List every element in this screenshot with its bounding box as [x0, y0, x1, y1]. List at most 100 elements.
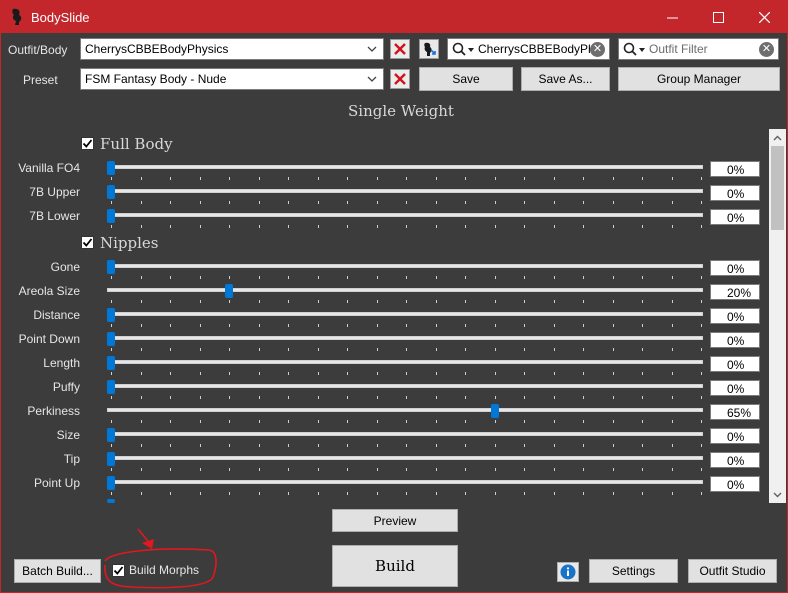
slider-tick: [288, 324, 289, 327]
outfit-filter-placeholder[interactable]: Outfit Filter: [649, 42, 708, 56]
slider-ticks: [111, 177, 702, 181]
outfit-body-dropdown[interactable]: CherrysCBBEBodyPhysics: [80, 38, 384, 60]
clear-icon[interactable]: ✕: [759, 42, 774, 57]
slider-track[interactable]: [107, 480, 703, 484]
save-button[interactable]: Save: [419, 67, 513, 91]
slider-thumb[interactable]: [107, 452, 115, 466]
title-bar[interactable]: BodySlide: [1, 1, 787, 33]
slider-track[interactable]: [107, 264, 703, 268]
slider-tick: [612, 492, 614, 495]
slider-value-field[interactable]: 0%: [710, 161, 760, 177]
slider-tick: [111, 444, 112, 447]
scroll-up-button[interactable]: [769, 129, 786, 146]
maximize-button[interactable]: [695, 1, 741, 33]
slider-value-field[interactable]: 0%: [710, 185, 760, 201]
preset-value: FSM Fantasy Body - Nude: [85, 72, 227, 86]
outfit-studio-link-button[interactable]: [419, 39, 439, 59]
slider-thumb[interactable]: [225, 284, 233, 298]
slider-track[interactable]: [107, 189, 703, 193]
slider-thumb[interactable]: [107, 209, 115, 223]
outfit-delete-button[interactable]: [390, 39, 410, 59]
slider-label: Point Down: [18, 332, 80, 346]
slider-thumb[interactable]: [107, 185, 115, 199]
group-manager-button[interactable]: Group Manager: [618, 67, 780, 91]
slider-tick: [229, 396, 230, 399]
slider-thumb[interactable]: [107, 308, 115, 322]
slider-value-field[interactable]: 0%: [710, 308, 760, 324]
outfit-studio-button[interactable]: Outfit Studio: [688, 559, 777, 583]
slider-tick: [170, 396, 171, 399]
slider-tick: [671, 276, 673, 279]
slider-tick: [170, 372, 171, 375]
slider-thumb[interactable]: [107, 332, 115, 346]
slider-value-field[interactable]: 0%: [710, 209, 760, 225]
slider-track[interactable]: [107, 336, 703, 340]
slider-tick: [583, 492, 584, 495]
slider-thumb[interactable]: [107, 499, 115, 503]
slider-value-field[interactable]: 65%: [710, 404, 760, 420]
slider-thumb[interactable]: [107, 260, 115, 274]
close-button[interactable]: [741, 1, 787, 33]
slider-value-field[interactable]: 0%: [710, 476, 760, 492]
slider-tick: [288, 420, 289, 423]
slider-track[interactable]: [107, 165, 703, 169]
slider-tick: [524, 177, 525, 180]
slider-scrollbar[interactable]: [769, 129, 786, 503]
slider-track[interactable]: [107, 312, 703, 316]
slider-tick: [583, 201, 584, 204]
batch-build-button[interactable]: Batch Build...: [14, 559, 101, 583]
slider-tick: [406, 201, 407, 204]
slider-value-field[interactable]: 20%: [710, 284, 760, 300]
scrollbar-thumb[interactable]: [771, 146, 784, 230]
minimize-button[interactable]: [649, 1, 695, 33]
slider-track[interactable]: [107, 288, 703, 292]
outfit-search-input[interactable]: CherrysCBBEBodyPh: [478, 42, 590, 56]
outfit-search-box[interactable]: CherrysCBBEBodyPh ✕: [447, 38, 610, 60]
slider-tick: [347, 225, 348, 228]
slider-tick: [347, 420, 348, 423]
slider-value-field[interactable]: 0%: [710, 356, 760, 372]
slider-tick: [435, 348, 437, 351]
slider-value-field[interactable]: 0%: [710, 332, 760, 348]
settings-button[interactable]: Settings: [589, 559, 678, 583]
scroll-down-button[interactable]: [769, 486, 786, 503]
slider-tick: [435, 276, 437, 279]
slider-thumb[interactable]: [107, 476, 115, 490]
info-button[interactable]: [557, 562, 579, 582]
slider-thumb[interactable]: [107, 380, 115, 394]
slider-tick: [701, 201, 702, 204]
slider-tick: [111, 201, 112, 204]
preset-delete-button[interactable]: [390, 69, 410, 89]
slider-tick: [317, 225, 319, 228]
slider-tick: [465, 324, 466, 327]
slider-track[interactable]: [107, 408, 703, 412]
slider-value-field[interactable]: 0%: [710, 260, 760, 276]
clear-icon[interactable]: ✕: [590, 42, 605, 57]
slider-value-field[interactable]: 0%: [710, 452, 760, 468]
slider-track[interactable]: [107, 384, 703, 388]
slider-tick: [140, 276, 142, 279]
preview-button[interactable]: Preview: [332, 509, 458, 532]
slider-tick: [376, 348, 378, 351]
slider-thumb[interactable]: [107, 161, 115, 175]
slider-tick: [170, 468, 171, 471]
slider-track[interactable]: [107, 360, 703, 364]
slider-thumb[interactable]: [107, 428, 115, 442]
slider-track[interactable]: [107, 213, 703, 217]
slider-track[interactable]: [107, 456, 703, 460]
group-checkbox[interactable]: [81, 236, 94, 249]
preset-dropdown[interactable]: FSM Fantasy Body - Nude: [80, 68, 384, 90]
group-checkbox[interactable]: [81, 137, 94, 150]
outfit-filter-box[interactable]: Outfit Filter ✕: [618, 38, 779, 60]
slider-thumb[interactable]: [107, 356, 115, 370]
slider-value-field[interactable]: 0%: [710, 428, 760, 444]
slider-tick: [701, 420, 702, 423]
slider-thumb[interactable]: [490, 404, 499, 418]
slider-value-field[interactable]: 0%: [710, 380, 760, 396]
save-as-button[interactable]: Save As...: [521, 67, 610, 91]
slider-tick: [701, 396, 702, 399]
slider-tick: [111, 396, 112, 399]
slider-track[interactable]: [107, 432, 703, 436]
slider-tick: [258, 444, 260, 447]
build-button[interactable]: Build: [332, 545, 458, 587]
